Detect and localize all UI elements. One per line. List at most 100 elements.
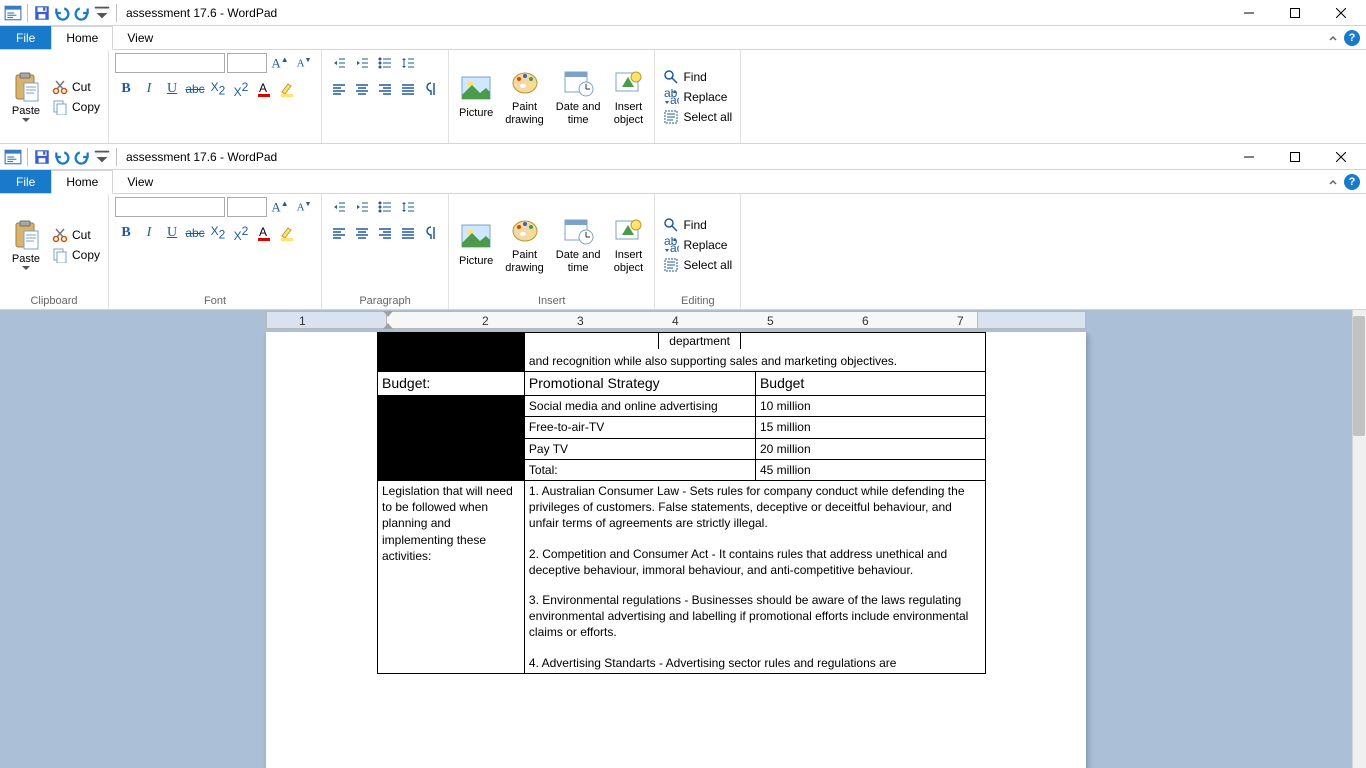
align-center-button[interactable]	[351, 222, 373, 244]
document-page[interactable]: xxxxxxxxxxxxxxxxxxxxx department and rec…	[266, 332, 1086, 768]
insert-object-button[interactable]: Insert object	[608, 213, 648, 275]
scroll-thumb[interactable]	[1353, 316, 1365, 436]
underline-button[interactable]: U	[161, 222, 183, 244]
date-time-button[interactable]: Date and time	[552, 213, 605, 275]
maximize-button[interactable]	[1272, 0, 1318, 26]
increase-indent-button[interactable]	[351, 196, 373, 218]
tab-view[interactable]: View	[113, 26, 167, 49]
increase-indent-button[interactable]	[351, 52, 373, 74]
font-color-button[interactable]: A	[253, 78, 275, 100]
copy-button[interactable]: Copy	[50, 246, 102, 264]
tab-home[interactable]: Home	[51, 26, 113, 50]
align-center-button[interactable]	[351, 78, 373, 100]
replace-button[interactable]: abac Replace	[661, 88, 734, 106]
undo-icon[interactable]	[53, 4, 71, 22]
bullet-list-button[interactable]	[374, 196, 396, 218]
line-spacing-button[interactable]	[397, 52, 419, 74]
highlight-button[interactable]	[276, 78, 298, 100]
font-color-button[interactable]: A	[253, 222, 275, 244]
bullet-list-button[interactable]	[374, 52, 396, 74]
tab-view[interactable]: View	[113, 170, 167, 193]
superscript-button[interactable]: X2	[230, 78, 252, 100]
redo-icon[interactable]	[73, 148, 91, 166]
decrease-indent-button[interactable]	[328, 52, 350, 74]
help-icon[interactable]: ?	[1344, 174, 1360, 190]
budget-cell: 15 million	[755, 417, 985, 438]
help-icon[interactable]: ?	[1344, 30, 1360, 46]
paste-button[interactable]: Paste	[6, 217, 46, 271]
save-icon[interactable]	[33, 148, 51, 166]
insert-object-button[interactable]: Insert object	[608, 65, 648, 127]
shrink-font-button[interactable]: A▼	[293, 52, 315, 74]
shrink-font-button[interactable]: A▼	[293, 196, 315, 218]
highlight-button[interactable]	[276, 222, 298, 244]
font-family-select[interactable]	[115, 53, 225, 73]
italic-button[interactable]: I	[138, 222, 160, 244]
cut-button[interactable]: Cut	[50, 226, 102, 244]
maximize-button[interactable]	[1272, 144, 1318, 170]
grow-font-button[interactable]: A▲	[269, 52, 291, 74]
legislation-content: 1. Australian Consumer Law - Sets rules …	[524, 481, 985, 674]
collapse-ribbon-icon[interactable]	[1328, 33, 1338, 43]
horizontal-ruler[interactable]: 1 2 3 4 5 6 7	[0, 310, 1352, 332]
cut-button[interactable]: Cut	[50, 78, 102, 96]
picture-button[interactable]: Picture	[455, 219, 497, 269]
document-table: xxxxxxxxxxxxxxxxxxxxx department and rec…	[377, 332, 986, 674]
grow-font-button[interactable]: A▲	[269, 196, 291, 218]
strategy-cell: Social media and online advertising	[524, 396, 755, 417]
italic-button[interactable]: I	[138, 78, 160, 100]
qat-dropdown-icon[interactable]	[93, 4, 111, 22]
justify-button[interactable]	[397, 78, 419, 100]
picture-button[interactable]: Picture	[455, 71, 497, 121]
decrease-indent-button[interactable]	[328, 196, 350, 218]
line-spacing-button[interactable]	[397, 196, 419, 218]
font-size-select[interactable]	[227, 197, 267, 217]
minimize-button[interactable]	[1226, 144, 1272, 170]
budget-cell: 45 million	[755, 459, 985, 480]
minimize-button[interactable]	[1226, 0, 1272, 26]
bold-button[interactable]: B	[115, 222, 137, 244]
vertical-scrollbar[interactable]	[1352, 310, 1366, 768]
subscript-button[interactable]: X2	[207, 222, 229, 244]
col-strategy: Promotional Strategy	[524, 372, 755, 396]
tab-file[interactable]: File	[0, 170, 51, 193]
bold-button[interactable]: B	[115, 78, 137, 100]
paragraph-dialog-button[interactable]	[420, 78, 442, 100]
find-button[interactable]: Find	[661, 216, 734, 234]
font-family-select[interactable]	[115, 197, 225, 217]
undo-icon[interactable]	[53, 148, 71, 166]
tab-file[interactable]: File	[0, 26, 51, 49]
close-button[interactable]	[1318, 144, 1364, 170]
date-time-button[interactable]: Date and time	[552, 65, 605, 127]
save-icon[interactable]	[33, 4, 51, 22]
close-button[interactable]	[1318, 0, 1364, 26]
tab-home[interactable]: Home	[51, 170, 113, 194]
table-row: xxxxxxxxxxxxxxxxxxxxx department	[378, 333, 986, 352]
group-label-paragraph: Paragraph	[328, 293, 442, 307]
align-left-button[interactable]	[328, 222, 350, 244]
group-label-clipboard: Clipboard	[6, 293, 102, 307]
replace-button[interactable]: abacReplace	[661, 236, 734, 254]
qat-dropdown-icon[interactable]	[93, 148, 111, 166]
paste-button[interactable]: Paste	[6, 69, 46, 123]
underline-button[interactable]: U	[161, 78, 183, 100]
copy-button[interactable]: Copy	[50, 98, 102, 116]
superscript-button[interactable]: X2	[230, 222, 252, 244]
select-all-button[interactable]: Select all	[661, 256, 734, 274]
find-button[interactable]: Find	[661, 68, 734, 86]
paint-drawing-button[interactable]: Paint drawing	[501, 213, 548, 275]
subscript-button[interactable]: X2	[207, 78, 229, 100]
redo-icon[interactable]	[73, 4, 91, 22]
select-all-button[interactable]: Select all	[661, 108, 734, 126]
align-right-button[interactable]	[374, 222, 396, 244]
strikethrough-button[interactable]: abc	[184, 222, 206, 244]
font-size-select[interactable]	[227, 53, 267, 73]
paragraph-dialog-button[interactable]	[420, 222, 442, 244]
collapse-ribbon-icon[interactable]	[1328, 177, 1338, 187]
datetime-label: Date and time	[556, 101, 601, 125]
align-right-button[interactable]	[374, 78, 396, 100]
align-left-button[interactable]	[328, 78, 350, 100]
strikethrough-button[interactable]: abc	[184, 78, 206, 100]
justify-button[interactable]	[397, 222, 419, 244]
paint-drawing-button[interactable]: Paint drawing	[501, 65, 548, 127]
